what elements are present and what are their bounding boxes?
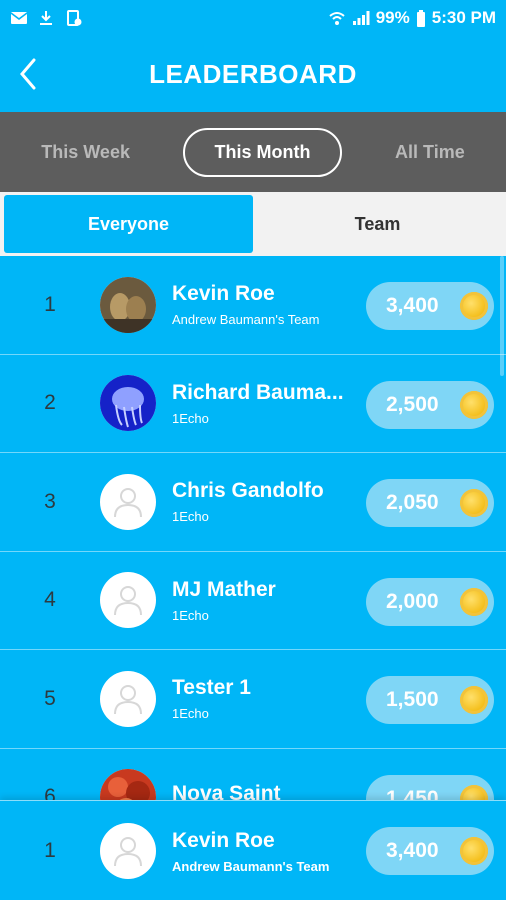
rank-number: 1 — [44, 292, 56, 316]
points-badge: 1,500 — [366, 676, 494, 724]
points-value: 3,400 — [386, 839, 439, 862]
points-badge: 2,050 — [366, 479, 494, 527]
coin-icon — [460, 292, 488, 320]
avatar — [100, 375, 156, 432]
battery-icon — [416, 10, 426, 27]
team-name: 1Echo — [172, 607, 209, 623]
tab-all-time[interactable]: All Time — [365, 130, 495, 175]
signal-icon — [352, 10, 370, 26]
points-badge: 3,400 — [366, 282, 494, 330]
points-value: 3,400 — [386, 294, 439, 317]
segment-team[interactable]: Team — [253, 195, 502, 253]
points-value: 2,000 — [386, 589, 439, 613]
points-value: 1,500 — [386, 688, 439, 711]
status-bar: 99% 5:30 PM — [0, 0, 506, 36]
avatar — [100, 769, 156, 800]
leaderboard-row[interactable]: 2 Richard Bauma... 1Echo 2,500 — [0, 355, 506, 453]
mail-icon — [10, 10, 28, 26]
leaderboard-row[interactable]: 5 Tester 1 1Echo 1,500 — [0, 650, 506, 749]
user-name: Richard Bauma... — [172, 380, 344, 404]
team-name: 1Echo — [172, 509, 209, 525]
tab-this-month[interactable]: This Month — [182, 127, 343, 177]
points-value: 1,450 — [386, 786, 439, 801]
points-value: 2,050 — [386, 491, 439, 514]
user-name: Kevin Roe — [172, 828, 275, 852]
user-name: Chris Gandolfo — [172, 479, 324, 503]
wifi-icon — [328, 10, 346, 26]
tab-this-week[interactable]: This Week — [11, 130, 160, 175]
team-name: 1Echo — [172, 410, 209, 426]
current-user-footer: 1 Kevin Roe Andrew Baumann's Team 3,400 — [0, 800, 506, 900]
sim-alert-icon — [66, 10, 84, 26]
rank-number: 2 — [44, 391, 56, 415]
points-value: 2,500 — [386, 392, 439, 416]
chevron-left-icon — [20, 58, 36, 90]
team-name: 1Echo — [172, 706, 209, 722]
download-icon — [38, 10, 56, 26]
avatar — [100, 276, 156, 333]
avatar-placeholder-icon — [100, 572, 156, 629]
scrollbar[interactable] — [500, 256, 504, 376]
points-badge: 3,400 — [366, 827, 494, 875]
coin-icon — [460, 784, 488, 800]
current-user-row[interactable]: 1 Kevin Roe Andrew Baumann's Team 3,400 — [0, 801, 506, 900]
points-badge: 2,500 — [366, 380, 494, 429]
coin-icon — [460, 587, 488, 616]
points-badge: 1,450 — [366, 774, 494, 801]
period-tabs: This Week This Month All Time — [0, 112, 506, 192]
team-name: Andrew Baumann's Team — [172, 858, 330, 874]
coin-icon — [460, 837, 488, 865]
rank-number: 6 — [44, 785, 56, 800]
coin-icon — [460, 390, 488, 419]
back-button[interactable] — [14, 56, 44, 92]
page-title: LEADERBOARD — [149, 58, 357, 89]
app-bar: LEADERBOARD — [0, 36, 506, 112]
avatar-placeholder-icon — [100, 670, 156, 727]
user-name: Nova Saint — [172, 782, 281, 800]
leaderboard-list[interactable]: 1 Kevin Roe Andrew Baumann's Team 3,400 … — [0, 256, 506, 800]
avatar-placeholder-icon — [100, 823, 156, 879]
team-name: Andrew Baumann's Team — [172, 312, 320, 328]
battery-percent: 99% — [375, 8, 410, 27]
rank-number: 3 — [44, 489, 56, 513]
leaderboard-row[interactable]: 1 Kevin Roe Andrew Baumann's Team 3,400 — [0, 256, 506, 355]
clock: 5:30 PM — [431, 8, 496, 27]
leaderboard-row[interactable]: 6 Nova Saint 1,450 — [0, 749, 506, 801]
points-badge: 2,000 — [366, 577, 494, 626]
segment-everyone[interactable]: Everyone — [4, 195, 253, 253]
rank-number: 4 — [44, 588, 56, 612]
user-name: Tester 1 — [172, 676, 251, 700]
leaderboard-row[interactable]: 4 MJ Mather 1Echo 2,000 — [0, 552, 506, 650]
coin-icon — [460, 686, 488, 714]
rank-number: 1 — [44, 839, 56, 862]
scope-segmented-control: Everyone Team — [0, 192, 506, 256]
leaderboard-row[interactable]: 3 Chris Gandolfo 1Echo 2,050 — [0, 453, 506, 552]
rank-number: 5 — [44, 686, 56, 710]
user-name: MJ Mather — [172, 577, 276, 601]
user-name: Kevin Roe — [172, 282, 275, 306]
coin-icon — [460, 489, 488, 517]
avatar-placeholder-icon — [100, 473, 156, 530]
